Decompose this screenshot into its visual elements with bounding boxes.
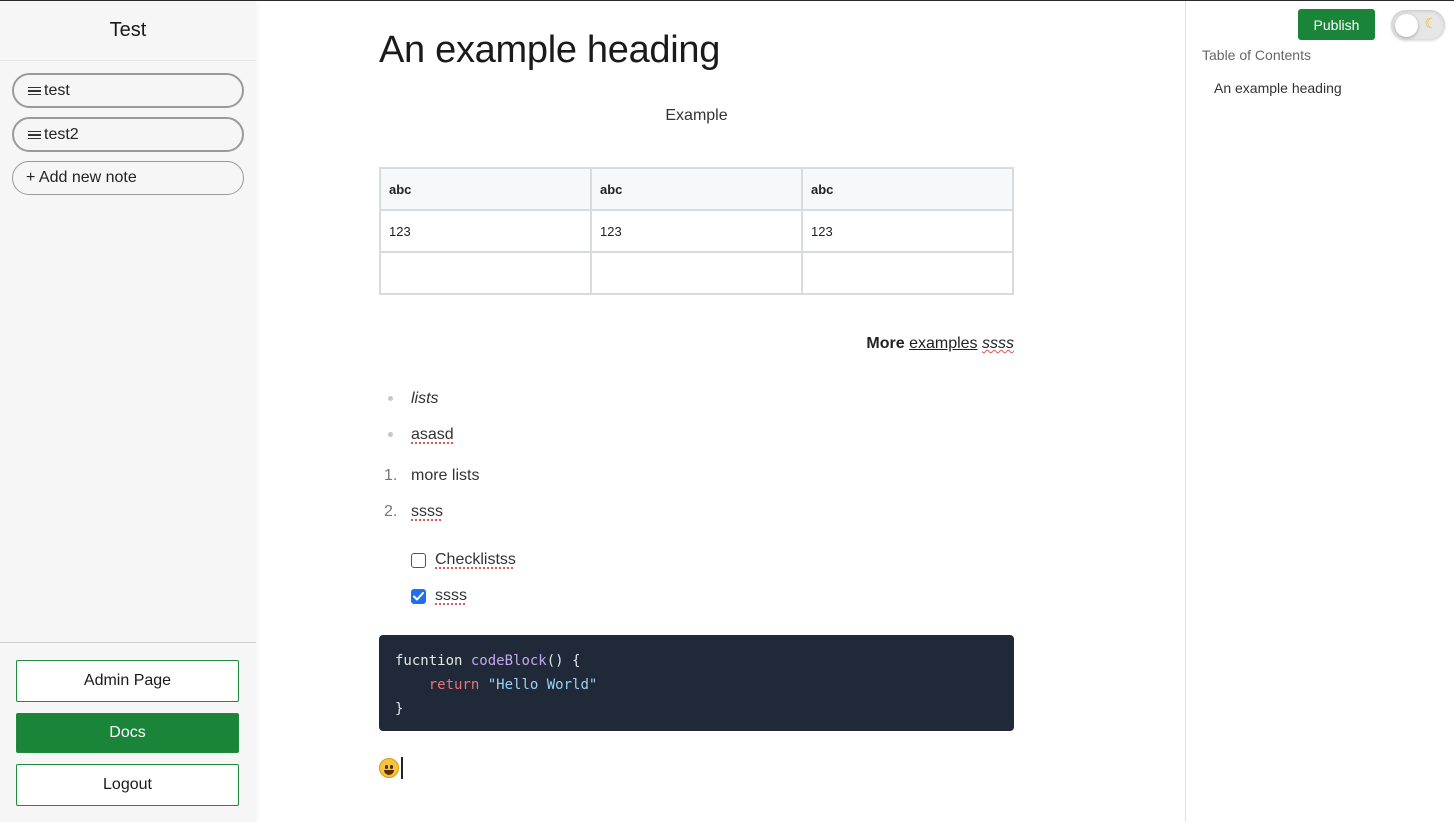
toggle-knob [1395,14,1418,37]
table-row [379,251,1014,295]
note-item-test[interactable]: test [12,73,244,108]
code-keyword: fucntion [395,653,463,669]
table-cell[interactable]: 123 [801,209,1014,253]
grinning-face-emoji-icon [379,758,399,778]
document-table[interactable]: abc abc abc 123 123 123 [379,167,1014,295]
drag-handle-icon[interactable] [28,86,41,96]
checklist-item-text: ssss [435,587,467,604]
code-function-name: codeBlock [470,653,547,669]
editor-area[interactable]: An example heading Example abc abc abc 1… [256,1,1185,822]
workspace-title: Test [0,1,256,61]
logout-button[interactable]: Logout [16,764,239,806]
list-item[interactable]: asasd [379,417,454,453]
toc-item[interactable]: An example heading [1214,80,1342,96]
code-text: () { [546,653,581,669]
drag-handle-icon[interactable] [28,130,41,140]
code-string: "Hello World" [487,677,598,693]
emoji-paragraph[interactable] [379,757,403,779]
table-cell[interactable]: 123 [379,209,592,253]
table-cell[interactable]: 123 [590,209,803,253]
right-panel: Publish ☾ Table of Contents An example h… [1185,1,1454,822]
docs-button[interactable]: Docs [16,713,239,753]
note-label: test2 [44,125,79,143]
sidebar-actions: Admin Page Docs Logout [0,642,256,817]
table-header-cell[interactable]: abc [379,167,592,211]
checklist-item[interactable]: ssss [411,578,516,614]
table-header-row: abc abc abc [379,167,1014,211]
table-row: 123 123 123 [379,209,1014,253]
note-label: test [44,81,70,99]
code-block[interactable]: fucntion codeBlock() { return "Hello Wor… [379,635,1014,731]
checklist-item[interactable]: Checklistss [411,542,516,578]
checkbox-checked[interactable] [411,588,426,604]
underlined-text: examples [909,335,978,352]
sidebar: Test test test2 + Add new note Admin Pag… [0,1,256,822]
admin-page-button[interactable]: Admin Page [16,660,239,702]
toc-title: Table of Contents [1202,47,1311,63]
note-item-test2[interactable]: test2 [12,117,244,152]
code-text: } [395,701,404,717]
list-number: 2. [384,503,398,520]
list-item-text: ssss [411,503,443,520]
ordered-list[interactable]: 1. more lists 2. ssss [379,458,479,530]
bold-text: More [866,335,905,352]
table-cell[interactable] [801,251,1014,295]
list-item[interactable]: 2. ssss [379,494,479,530]
list-item[interactable]: 1. more lists [379,458,479,494]
centered-paragraph[interactable]: Example [379,107,1014,125]
right-aligned-paragraph[interactable]: More examples ssss [379,335,1014,353]
document-heading[interactable]: An example heading [379,29,720,72]
checklist[interactable]: Checklistss ssss [411,542,516,614]
list-item[interactable]: lists [379,381,454,417]
list-item-text: asasd [411,426,454,443]
italic-text: ssss [982,335,1014,352]
table-header-cell[interactable]: abc [590,167,803,211]
table-cell[interactable] [379,251,592,295]
moon-icon: ☾ [1424,15,1437,31]
publish-button[interactable]: Publish [1298,9,1375,40]
code-keyword: return [428,677,480,693]
list-item-text: more lists [411,467,480,484]
note-list: test test2 + Add new note [0,61,256,195]
list-number: 1. [384,467,398,484]
dark-mode-toggle[interactable]: ☾ [1391,10,1445,40]
text-cursor [401,757,403,779]
table-header-cell[interactable]: abc [801,167,1014,211]
add-note-button[interactable]: + Add new note [12,161,244,195]
checkbox-unchecked[interactable] [411,552,426,568]
bullet-list[interactable]: lists asasd [379,381,454,453]
checkmark-icon [413,591,424,600]
checklist-item-text: Checklistss [435,551,516,568]
table-cell[interactable] [590,251,803,295]
